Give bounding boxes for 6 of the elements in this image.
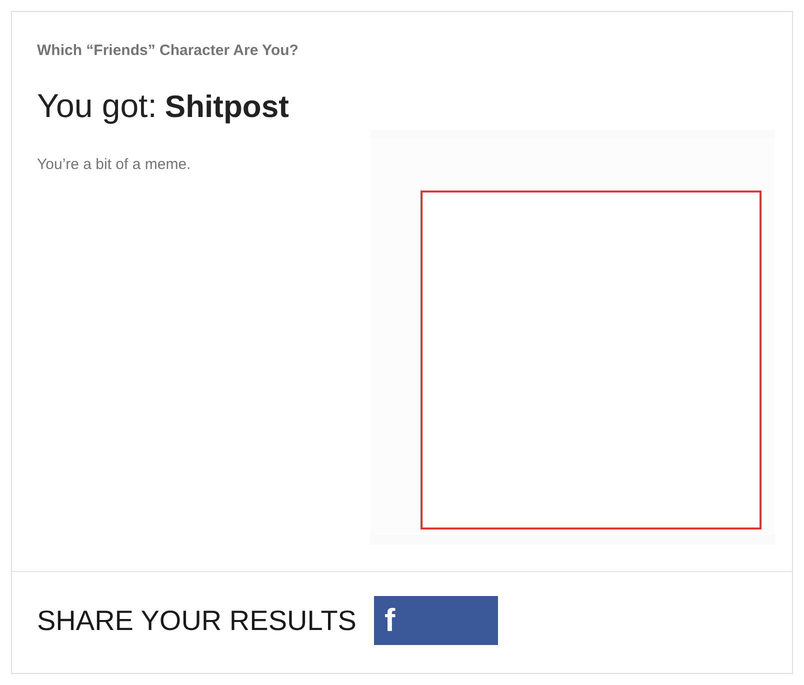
result-prefix: You got: (37, 86, 157, 126)
facebook-share-button[interactable]: f (374, 596, 498, 645)
quiz-title: Which “Friends” Character Are You? (37, 41, 300, 61)
share-heading: SHARE YOUR RESULTS (37, 604, 356, 638)
result-name: Shitpost (164, 88, 289, 126)
result-description: You’re a bit of a meme. (37, 155, 192, 175)
